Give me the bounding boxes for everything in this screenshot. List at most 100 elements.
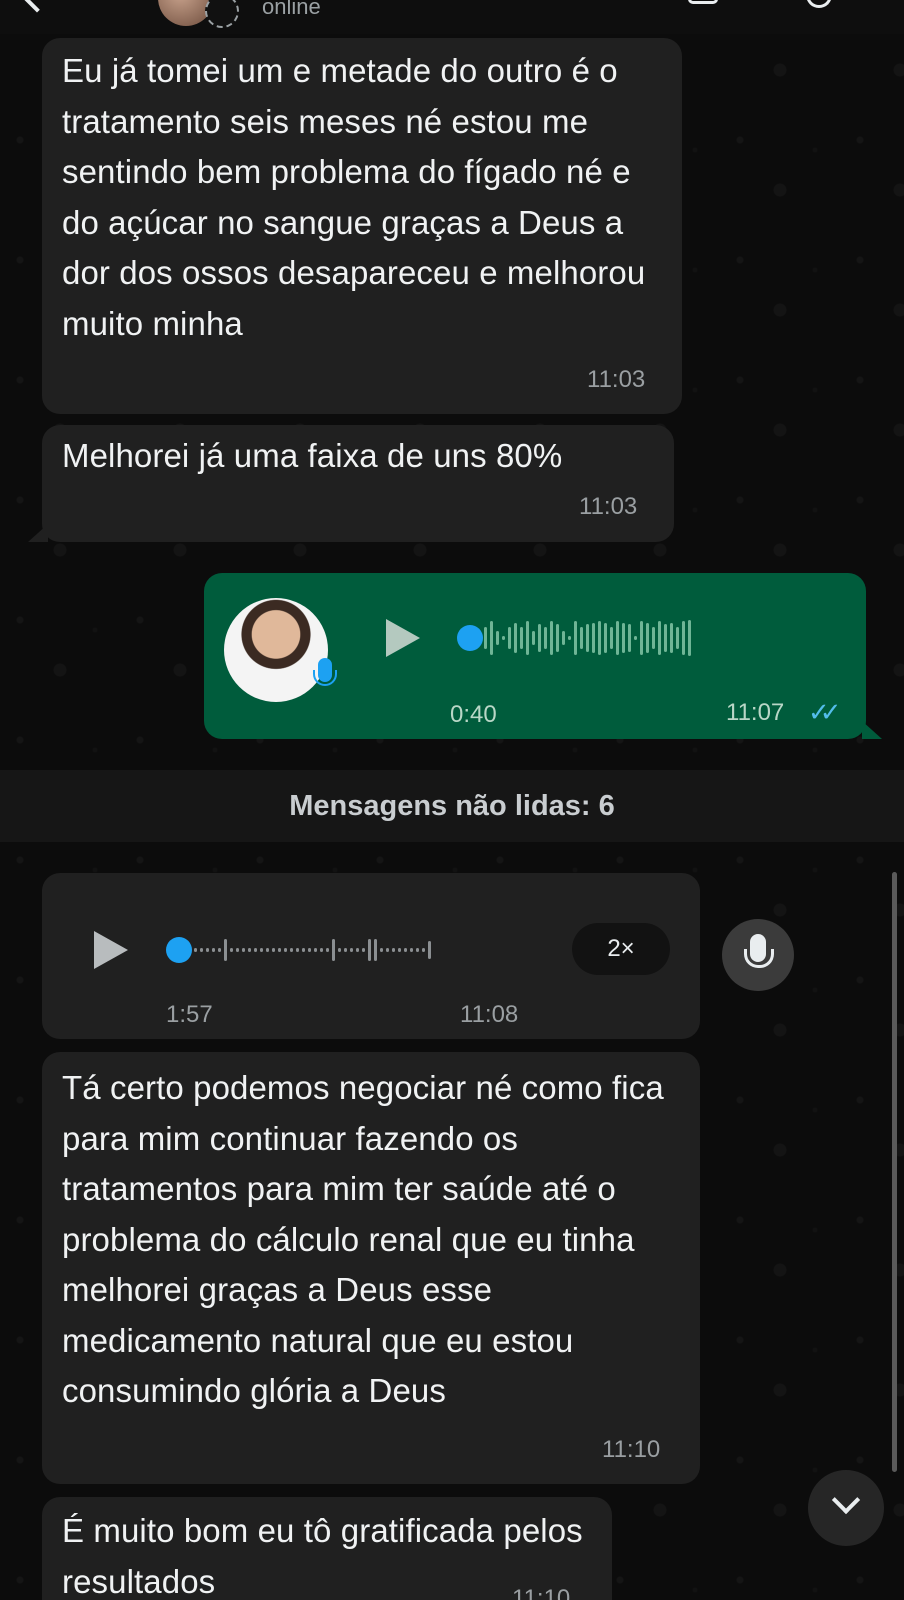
waveform-bar (628, 624, 631, 652)
waveform-bar (538, 624, 541, 652)
read-ticks-icon: ✓✓ (808, 697, 841, 727)
sender-avatar (224, 598, 328, 702)
message-bubble[interactable]: Tá certo podemos negociar né como fica p… (42, 1052, 700, 1484)
scroll-down-button[interactable] (808, 1470, 884, 1546)
waveform-bar (398, 948, 401, 952)
waveform-bar (604, 623, 607, 653)
message-bubble[interactable]: É muito bom eu tô gratificada pelos resu… (42, 1497, 612, 1600)
microphone-icon (744, 934, 774, 968)
play-icon[interactable] (94, 931, 128, 969)
waveform-bar (326, 948, 329, 952)
waveform-bar (422, 948, 425, 952)
voice-waveform[interactable] (484, 613, 691, 663)
message-time: 11:07 (726, 699, 785, 726)
waveform-bar (484, 627, 487, 649)
waveform-bar (344, 948, 347, 952)
waveform-bar (664, 624, 667, 652)
waveform-bar (266, 948, 269, 952)
mic-badge-icon (313, 658, 337, 686)
waveform-bar (646, 623, 649, 653)
waveform-bar (302, 948, 305, 952)
waveform-bar (598, 621, 601, 655)
waveform-bar (550, 621, 553, 655)
waveform-bar (556, 624, 559, 652)
waveform-bar (242, 948, 245, 952)
playback-position-dot[interactable] (166, 937, 192, 963)
playback-speed-button[interactable]: 2× (572, 923, 670, 975)
playback-position-dot[interactable] (457, 625, 483, 651)
waveform-bar (574, 621, 577, 655)
waveform-bar (514, 623, 517, 653)
bubble-tail (28, 524, 48, 542)
unread-messages-banner: Mensagens não lidas: 6 (0, 770, 904, 842)
waveform-bar (586, 624, 589, 652)
waveform-bar (368, 939, 371, 961)
waveform-bar (338, 948, 341, 952)
waveform-bar (526, 621, 529, 655)
waveform-bar (622, 623, 625, 653)
chevron-down-icon (831, 1485, 861, 1515)
waveform-bar (380, 948, 383, 952)
waveform-bar (200, 948, 203, 952)
waveform-bar (592, 623, 595, 653)
waveform-bar (386, 948, 389, 952)
waveform-bar (206, 948, 209, 952)
waveform-bar (652, 627, 655, 649)
bubble-tail (862, 721, 882, 739)
waveform-bar (634, 636, 637, 640)
waveform-bar (308, 948, 311, 952)
waveform-bar (496, 631, 499, 645)
waveform-bar (230, 948, 233, 952)
waveform-bar (404, 948, 407, 952)
back-arrow-icon[interactable] (21, 0, 53, 13)
waveform-bar (350, 948, 353, 952)
waveform-bar (290, 948, 293, 952)
message-text: Eu já tomei um e metade do outro é o tra… (62, 52, 646, 342)
waveform-bar (212, 948, 215, 952)
waveform-bar (392, 948, 395, 952)
waveform-bar (490, 621, 493, 655)
waveform-bar (314, 948, 317, 952)
waveform-bar (616, 621, 619, 655)
message-text: Tá certo podemos negociar né como fica p… (62, 1069, 664, 1409)
waveform-bar (374, 939, 377, 961)
waveform-bar (248, 948, 251, 952)
waveform-bar (502, 636, 505, 640)
waveform-bar (332, 939, 335, 961)
waveform-bar (410, 948, 413, 952)
chat-header: online (0, 0, 904, 34)
waveform-bar (682, 621, 685, 655)
scrollbar[interactable] (892, 872, 897, 1472)
message-bubble[interactable]: Eu já tomei um e metade do outro é o tra… (42, 38, 682, 414)
voice-waveform[interactable] (194, 925, 431, 975)
waveform-bar (260, 948, 263, 952)
contact-status: online (262, 0, 321, 19)
waveform-bar (362, 948, 365, 952)
waveform-bar (194, 948, 197, 952)
waveform-bar (532, 631, 535, 645)
waveform-bar (296, 948, 299, 952)
message-time: 11:10 (512, 1585, 571, 1600)
waveform-bar (544, 627, 547, 649)
message-bubble[interactable]: Melhorei já uma faixa de uns 80% 11:03 (42, 425, 674, 542)
voice-duration: 0:40 (450, 701, 497, 728)
waveform-bar (224, 939, 227, 961)
waveform-bar (278, 948, 281, 952)
waveform-bar (236, 948, 239, 952)
waveform-bar (272, 948, 275, 952)
voice-call-icon[interactable] (806, 0, 832, 8)
transcribe-mic-button[interactable] (722, 919, 794, 991)
play-icon[interactable] (386, 619, 420, 657)
waveform-bar (658, 621, 661, 655)
waveform-bar (356, 948, 359, 952)
video-call-icon[interactable] (688, 0, 718, 4)
waveform-bar (670, 623, 673, 653)
waveform-bar (428, 941, 431, 959)
waveform-bar (640, 621, 643, 655)
waveform-bar (520, 627, 523, 649)
waveform-bar (320, 948, 323, 952)
waveform-bar (416, 948, 419, 952)
incoming-voice-message[interactable]: 2× 1:57 11:08 (42, 873, 700, 1039)
waveform-bar (562, 631, 565, 645)
waveform-bar (568, 636, 571, 640)
